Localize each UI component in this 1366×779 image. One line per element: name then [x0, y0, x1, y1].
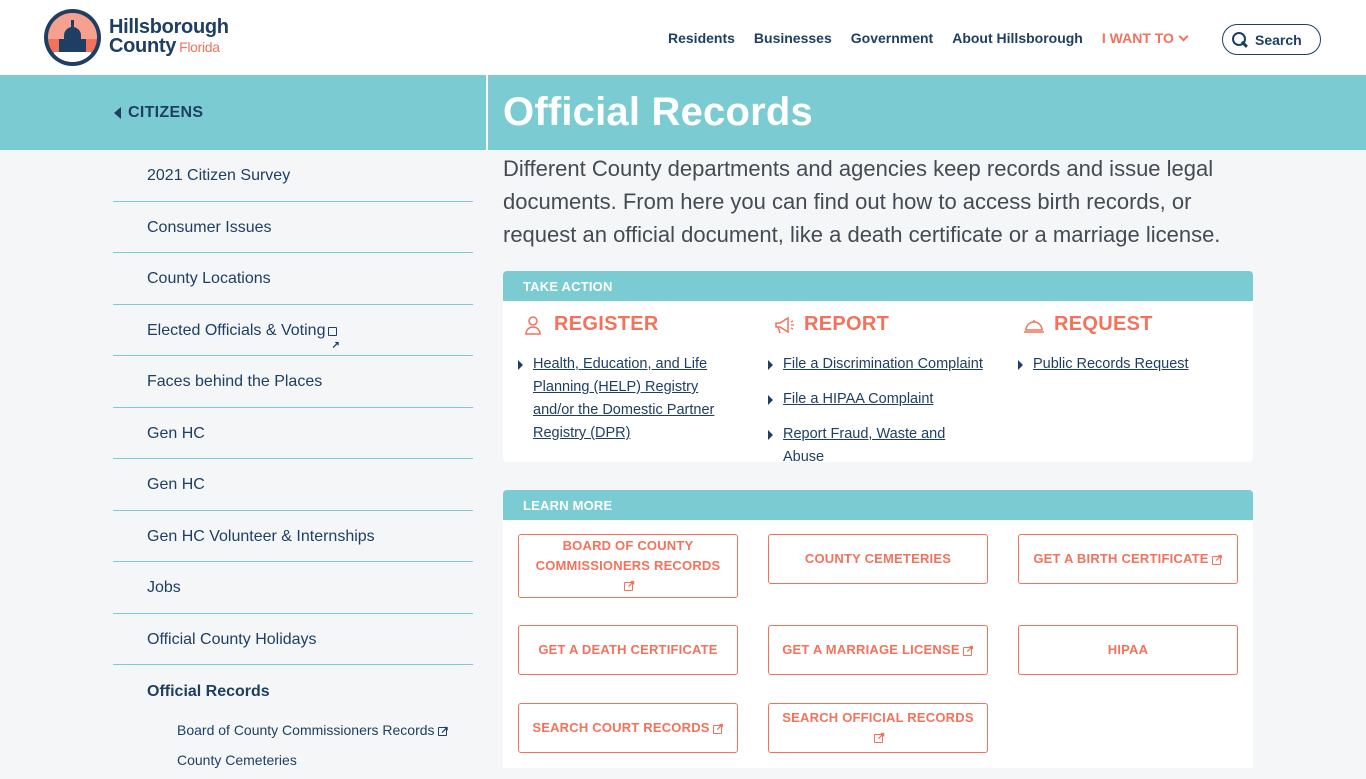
button-label: GET A BIRTH CERTIFICATE [1033, 551, 1209, 566]
sidebar-item-label: Consumer Issues [147, 218, 272, 236]
birth-certificate-button[interactable]: GET A BIRTH CERTIFICATE [1018, 534, 1238, 584]
sidebar-item[interactable]: Consumer Issues [113, 202, 473, 253]
sidebar-item-label: County Locations [147, 270, 271, 287]
button-label: BOARD OF COUNTY COMMISSIONERS RECORDS [535, 538, 721, 573]
external-link-icon [624, 575, 636, 595]
site-header: EST. 1834 Hillsborough County Florida Res… [0, 0, 1366, 75]
sidebar-item-label: Gen HC Volunteer & Internships [147, 527, 375, 545]
caret-right-icon [518, 360, 523, 370]
caret-right-icon [768, 430, 773, 440]
button-label: GET A DEATH CERTIFICATE [538, 642, 718, 657]
caret-right-icon [1018, 360, 1023, 370]
external-link-icon [712, 718, 724, 738]
external-link-icon [874, 727, 886, 747]
person-icon [523, 314, 545, 336]
megaphone-icon [773, 314, 795, 336]
nav-i-want-to[interactable]: I WANT TO [1101, 30, 1189, 46]
sidebar-item-label: Official Records [147, 683, 270, 700]
sidebar-item[interactable]: Gen HC Volunteer & Internships [113, 511, 473, 562]
external-link-icon [328, 320, 340, 371]
register-title: REGISTER [554, 313, 659, 335]
sidebar-item[interactable]: Gen HC [113, 408, 473, 459]
button-label: COUNTY CEMETERIES [804, 551, 952, 566]
caret-right-icon [768, 395, 773, 405]
request-title: REQUEST [1054, 313, 1153, 335]
nav-residents[interactable]: Residents [668, 30, 735, 46]
page-title: Official Records [503, 90, 813, 134]
external-link-icon [437, 720, 449, 742]
button-label: SEARCH OFFICIAL RECORDS [782, 710, 974, 725]
sidebar-item[interactable]: Jobs [113, 562, 473, 614]
sidebar-subitem-label: County Cemeteries [177, 752, 297, 768]
logo-state: Florida [179, 39, 220, 55]
main-nav: Residents Businesses Government About Hi… [668, 30, 1206, 46]
back-label: CITIZENS [128, 104, 204, 121]
take-action-panel: TAKE ACTION REGISTER Health, Education, … [503, 271, 1253, 462]
sidebar-subitem[interactable]: County Cemeteries [113, 749, 473, 779]
sidebar-item[interactable]: 2021 Citizen Survey [113, 150, 473, 202]
sidebar-item-label: Jobs [147, 579, 181, 596]
intro-paragraph: Different County departments and agencie… [503, 156, 1221, 247]
external-link-icon [962, 640, 974, 660]
seal-text: EST. 1834 [60, 53, 85, 59]
caret-left-icon [114, 107, 121, 119]
county-logo[interactable]: EST. 1834 Hillsborough County Florida [44, 9, 229, 66]
logo-line2: County [109, 35, 177, 57]
nav-about-hillsborough[interactable]: About Hillsborough [952, 30, 1083, 46]
sidebar-subitem-label: Board of County Commissioners Records [177, 722, 435, 738]
back-to-citizens-link[interactable]: CITIZENS [114, 104, 203, 122]
register-column: REGISTER Health, Education, and Life Pla… [503, 313, 733, 457]
help-registry-link[interactable]: Health, Education, and Life Planning (HE… [533, 356, 714, 441]
take-action-heading: TAKE ACTION [503, 271, 1253, 301]
button-label: GET A MARRIAGE LICENSE [782, 642, 960, 657]
learn-more-panel: LEARN MORE BOARD OF COUNTY COMMISSIONERS… [503, 490, 1253, 768]
sidebar-item-label: Elected Officials & Voting [147, 321, 326, 339]
sidebar-subitem[interactable]: Board of County Commissioners Records [113, 719, 473, 749]
search-button[interactable]: Search [1222, 24, 1321, 55]
sidebar-item-active[interactable]: Official Records [113, 665, 473, 719]
nav-government[interactable]: Government [851, 30, 933, 46]
learn-more-heading: LEARN MORE [503, 490, 1253, 520]
button-label: HIPAA [1107, 642, 1149, 657]
sidebar-item[interactable]: Gen HC [113, 459, 473, 511]
discrimination-complaint-link[interactable]: File a Discrimination Complaint [783, 356, 983, 372]
i-want-to-label: I WANT TO [1101, 30, 1174, 46]
report-fraud-link[interactable]: Report Fraud, Waste and Abuse [783, 426, 945, 462]
external-link-icon [1211, 549, 1223, 569]
county-cemeteries-button[interactable]: COUNTY CEMETERIES [768, 534, 988, 584]
search-icon [1232, 32, 1247, 47]
sidebar-item-label: Gen HC [147, 424, 205, 442]
caret-right-icon [768, 360, 773, 370]
sidebar-item-label: Gen HC [147, 476, 205, 493]
sidebar-header-band [0, 75, 486, 150]
public-records-request-link[interactable]: Public Records Request [1033, 356, 1189, 372]
sidebar-item[interactable]: Faces behind the Places [113, 356, 473, 408]
sidebar-item[interactable]: Official County Holidays [113, 614, 473, 665]
report-column: REPORT File a Discrimination Complaint F… [753, 313, 983, 462]
service-bell-icon [1023, 314, 1045, 336]
county-seal-icon: EST. 1834 [44, 9, 101, 66]
death-certificate-button[interactable]: GET A DEATH CERTIFICATE [518, 625, 738, 675]
marriage-license-button[interactable]: GET A MARRIAGE LICENSE [768, 625, 988, 675]
report-title: REPORT [804, 313, 890, 335]
button-label: SEARCH COURT RECORDS [532, 720, 710, 735]
search-court-records-button[interactable]: SEARCH COURT RECORDS [518, 703, 738, 753]
nav-businesses[interactable]: Businesses [754, 30, 832, 46]
sidebar-item[interactable]: County Locations [113, 253, 473, 305]
sidebar-item-label: 2021 Citizen Survey [147, 167, 291, 184]
sidebar-item-label: Official County Holidays [147, 630, 317, 648]
sidebar-nav: 2021 Citizen Survey Consumer Issues Coun… [113, 150, 473, 779]
bocc-records-button[interactable]: BOARD OF COUNTY COMMISSIONERS RECORDS [518, 534, 738, 598]
hipaa-complaint-link[interactable]: File a HIPAA Complaint [783, 391, 933, 407]
search-label: Search [1255, 31, 1302, 48]
request-column: REQUEST Public Records Request [1003, 313, 1233, 388]
hipaa-button[interactable]: HIPAA [1018, 625, 1238, 675]
chevron-down-icon [1178, 31, 1189, 41]
search-official-records-button[interactable]: SEARCH OFFICIAL RECORDS [768, 703, 988, 753]
sidebar-item[interactable]: Elected Officials & Voting [113, 305, 473, 371]
sidebar-item-label: Faces behind the Places [147, 373, 323, 390]
